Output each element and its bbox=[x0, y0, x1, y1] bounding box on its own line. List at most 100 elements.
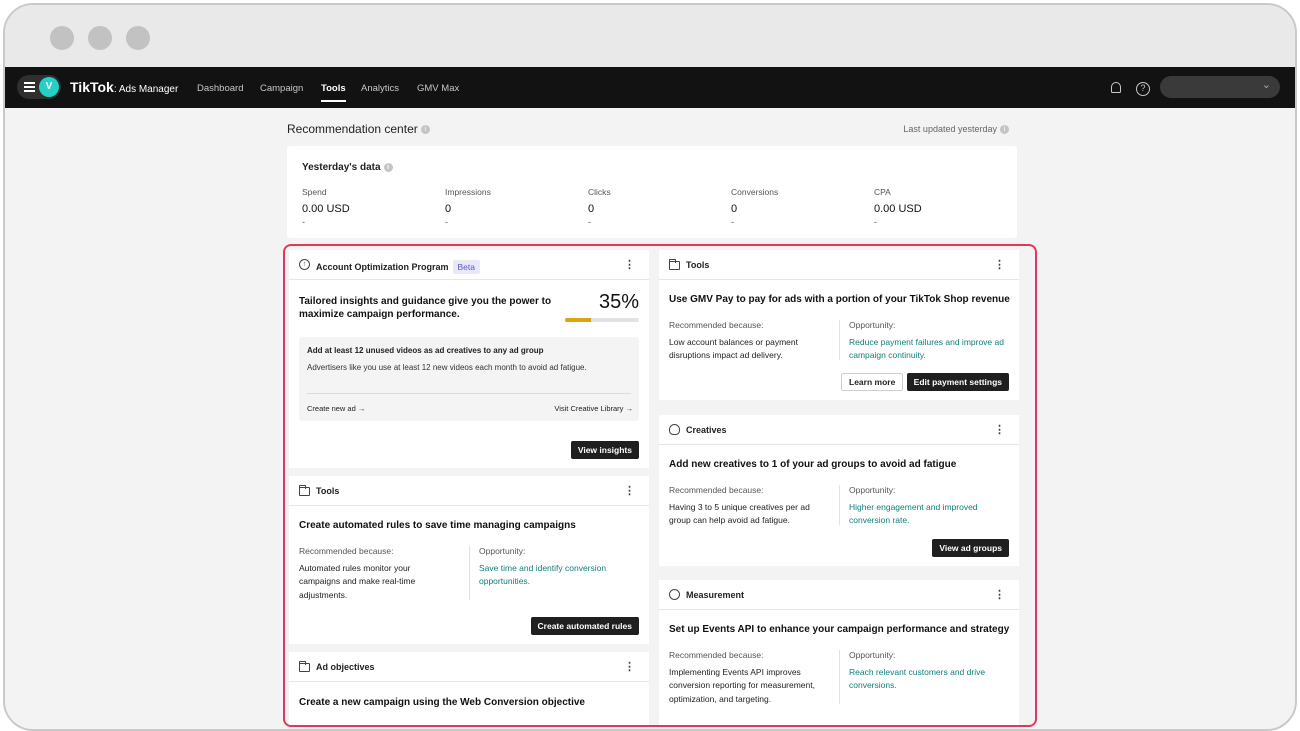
metric-value: 0 bbox=[445, 203, 452, 215]
metric-cpa: CPA 0.00 USD - bbox=[874, 187, 922, 227]
nav-campaign[interactable]: Campaign bbox=[260, 83, 303, 94]
learn-more-button[interactable]: Learn more bbox=[841, 373, 904, 391]
info-icon[interactable]: i bbox=[1000, 125, 1009, 135]
view-ad-groups-button[interactable]: View ad groups bbox=[932, 539, 1009, 557]
recommended-because: Recommended because: Low account balance… bbox=[669, 319, 824, 363]
card-title: Create a new campaign using the Web Conv… bbox=[299, 697, 585, 708]
nav-gmv-max[interactable]: GMV Max bbox=[417, 83, 459, 94]
recommended-text: Implementing Events API improves convers… bbox=[669, 666, 815, 704]
nav-dashboard[interactable]: Dashboard bbox=[197, 83, 243, 94]
opportunity-text: Reach relevant customers and drive conve… bbox=[849, 666, 986, 691]
info-icon[interactable]: i bbox=[383, 162, 393, 172]
info-icon[interactable]: i bbox=[420, 125, 430, 135]
folder-icon bbox=[299, 661, 310, 672]
metric-clicks: Clicks 0 - bbox=[588, 187, 611, 227]
opportunity-label: Opportunity: bbox=[849, 650, 896, 660]
opportunity-label: Opportunity: bbox=[479, 546, 526, 556]
main-content: Recommendation center i Last updated yest… bbox=[5, 108, 1295, 729]
card-header-title: Tools bbox=[686, 260, 710, 270]
card-account-optimization: ↑ Account Optimization Program Beta ⋮ Tai… bbox=[289, 250, 649, 468]
card-header: Measurement ⋮ bbox=[659, 580, 1019, 610]
more-options-icon[interactable]: ⋮ bbox=[624, 660, 635, 673]
recommended-label: Recommended because: bbox=[299, 546, 394, 556]
metric-label: Spend bbox=[302, 187, 327, 197]
top-navigation: V TikTok: Ads Manager Dashboard Campaign… bbox=[5, 67, 1295, 108]
metric-label: CPA bbox=[874, 187, 891, 197]
yesterday-data-panel: Yesterday's data i Spend 0.00 USD - Impre… bbox=[287, 146, 1017, 238]
avatar[interactable]: V bbox=[39, 77, 59, 97]
card-title: Add new creatives to 1 of your ad groups… bbox=[669, 459, 957, 470]
card-title: Set up Events API to enhance your campai… bbox=[669, 624, 1010, 635]
metric-label: Conversions bbox=[731, 187, 779, 197]
divider bbox=[839, 320, 840, 360]
account-selector[interactable] bbox=[1160, 76, 1280, 98]
window-titlebar bbox=[5, 5, 1295, 67]
card-header: Tools ⋮ bbox=[659, 250, 1019, 280]
arrow-up-circle-icon: ↑ bbox=[299, 259, 310, 270]
hamburger-icon bbox=[24, 82, 35, 92]
progress-percent: 35% bbox=[598, 291, 639, 313]
card-creatives: Creatives ⋮ Add new creatives to 1 of yo… bbox=[659, 415, 1019, 566]
recommended-text: Low account balances or payment disrupti… bbox=[669, 336, 798, 361]
help-icon[interactable]: ? bbox=[1136, 82, 1150, 96]
card-ad-objectives: Ad objectives ⋮ Create a new campaign us… bbox=[289, 652, 649, 725]
metric-value: 0 bbox=[731, 203, 738, 215]
opportunity: Opportunity: Higher engagement and impro… bbox=[849, 484, 994, 528]
recommended-because: Recommended because: Having 3 to 5 uniqu… bbox=[669, 484, 824, 528]
view-insights-button[interactable]: View insights bbox=[570, 441, 639, 459]
window-minimize-dot[interactable] bbox=[88, 26, 112, 50]
recommended-label: Recommended because: bbox=[669, 320, 764, 330]
metric-delta: - bbox=[731, 217, 734, 227]
metric-impressions: Impressions 0 - bbox=[445, 187, 491, 227]
opportunity: Opportunity: Reach relevant customers an… bbox=[849, 649, 999, 693]
metric-value: 0.00 USD bbox=[302, 203, 350, 215]
page-title: Recommendation center i bbox=[287, 122, 430, 136]
more-options-icon[interactable]: ⋮ bbox=[624, 484, 635, 497]
opportunity: Opportunity: Save time and identify conv… bbox=[479, 545, 629, 589]
metric-label: Impressions bbox=[445, 187, 491, 197]
tiktok-ads-manager-logo[interactable]: TikTok: Ads Manager bbox=[70, 79, 178, 95]
recommended-because: Recommended because: Implementing Events… bbox=[669, 649, 829, 706]
brand-sub: : Ads Manager bbox=[113, 84, 179, 95]
more-options-icon[interactable]: ⋮ bbox=[624, 258, 635, 271]
card-tools-automated-rules: Tools ⋮ Create automated rules to save t… bbox=[289, 476, 649, 644]
divider bbox=[839, 485, 840, 525]
folder-icon bbox=[669, 259, 680, 270]
opportunity-label: Opportunity: bbox=[849, 320, 896, 330]
opportunity-text: Reduce payment failures and improve ad c… bbox=[849, 336, 1004, 361]
menu-toggle[interactable]: V bbox=[17, 75, 61, 99]
card-title: Create automated rules to save time mana… bbox=[299, 520, 576, 531]
card-header-title: Account Optimization Program Beta bbox=[316, 260, 481, 274]
metric-value: 0.00 USD bbox=[874, 203, 922, 215]
last-updated: Last updated yesterday i bbox=[903, 124, 1009, 135]
visit-creative-library-link[interactable]: Visit Creative Library → bbox=[554, 404, 633, 413]
window-close-dot[interactable] bbox=[50, 26, 74, 50]
tip-title: Add at least 12 unused videos as ad crea… bbox=[307, 346, 544, 355]
more-options-icon[interactable]: ⋮ bbox=[994, 258, 1005, 271]
bell-icon[interactable] bbox=[1111, 82, 1121, 93]
card-header: Creatives ⋮ bbox=[659, 415, 1019, 445]
opportunity-text: Save time and identify conversion opport… bbox=[479, 562, 607, 587]
metric-conversions: Conversions 0 - bbox=[731, 187, 778, 227]
edit-payment-settings-button[interactable]: Edit payment settings bbox=[906, 373, 1009, 391]
lightbulb-icon bbox=[669, 424, 680, 435]
card-header-title: Tools bbox=[316, 486, 340, 496]
metric-delta: - bbox=[302, 217, 305, 227]
tip-box: Add at least 12 unused videos as ad crea… bbox=[299, 337, 639, 421]
progress-fill bbox=[565, 318, 591, 322]
nav-tools[interactable]: Tools bbox=[321, 83, 346, 102]
progress-bar bbox=[565, 318, 639, 322]
nav-analytics[interactable]: Analytics bbox=[361, 83, 399, 94]
create-new-ad-link[interactable]: Create new ad → bbox=[307, 404, 365, 413]
card-header-title: Ad objectives bbox=[316, 662, 375, 672]
divider bbox=[839, 650, 840, 704]
clock-chart-icon bbox=[669, 589, 680, 600]
recommended-text: Having 3 to 5 unique creatives per ad gr… bbox=[669, 501, 810, 526]
recommended-text: Automated rules monitor your campaigns a… bbox=[299, 562, 416, 600]
card-header: ↑ Account Optimization Program Beta ⋮ bbox=[289, 250, 649, 280]
more-options-icon[interactable]: ⋮ bbox=[994, 588, 1005, 601]
window-maximize-dot[interactable] bbox=[126, 26, 150, 50]
create-automated-rules-button[interactable]: Create automated rules bbox=[530, 617, 639, 635]
more-options-icon[interactable]: ⋮ bbox=[994, 423, 1005, 436]
metric-delta: - bbox=[588, 217, 591, 227]
